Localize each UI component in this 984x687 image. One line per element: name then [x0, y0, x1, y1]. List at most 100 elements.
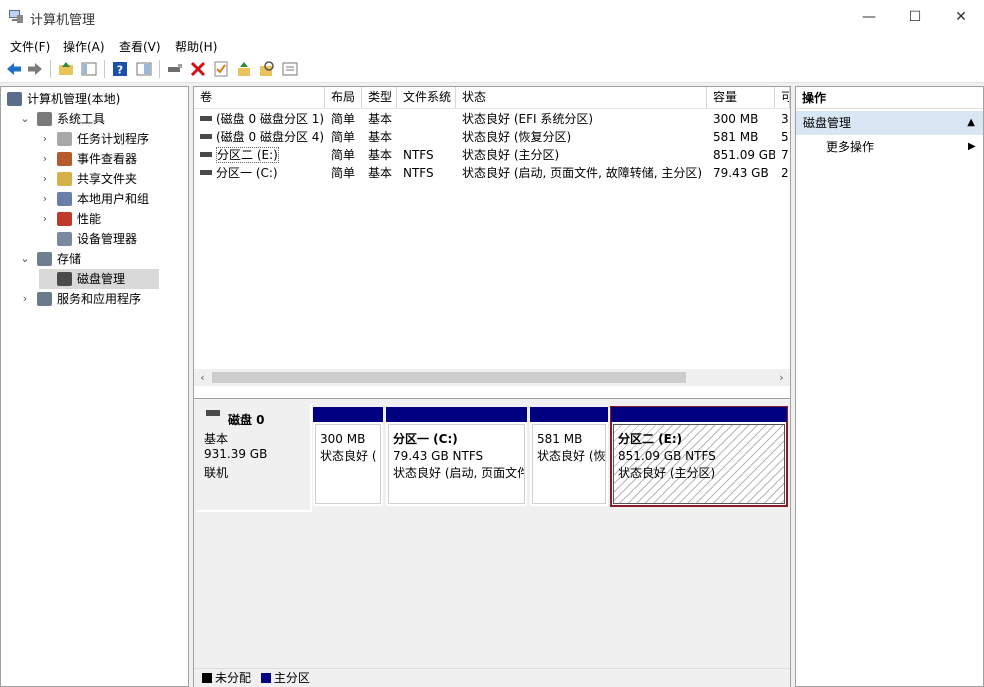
event-viewer-icon	[57, 152, 72, 166]
column-header[interactable]: 容量	[707, 87, 775, 108]
table-cell: 分区二 (E:)	[200, 146, 325, 164]
properties-icon[interactable]	[212, 60, 230, 78]
search-icon[interactable]	[258, 60, 276, 78]
table-row[interactable]: 分区二 (E:) 简单 基本 NTFS 状态良好 (主分区) 851.09 GB 7	[194, 146, 790, 164]
primary-swatch	[260, 672, 271, 683]
table-cell: 79.43 GB	[713, 166, 769, 180]
tree-item[interactable]: › 任务计划程序	[39, 129, 159, 149]
column-header[interactable]: 文件系统	[397, 87, 456, 108]
computer-management-icon	[7, 92, 22, 106]
table-cell: 851.09 GB	[713, 148, 775, 162]
toolbar-separator	[159, 60, 160, 78]
help-icon[interactable]: ?	[111, 60, 129, 78]
partition-block-selected[interactable]: 分区二 (E:) 851.09 GB NTFS 状态良好 (主分区)	[610, 406, 788, 507]
collapse-chevron-icon[interactable]: ›	[39, 209, 51, 229]
volume-name: (磁盘 0 磁盘分区 1)	[216, 112, 325, 126]
menu-file[interactable]: 文件(F)	[10, 38, 50, 55]
minimize-button[interactable]: —	[846, 0, 892, 34]
volume-list-header: 卷布局类型文件系统状态容量可	[194, 87, 790, 109]
partition-details: 300 MB 状态良好 (	[315, 424, 381, 504]
volume-name: 分区一 (C:)	[216, 166, 278, 180]
tree-item-label: 计算机管理(本地)	[27, 92, 121, 106]
delete-icon[interactable]	[189, 60, 207, 78]
show-hide-tree-icon[interactable]	[80, 60, 98, 78]
scroll-right-arrow[interactable]: ›	[773, 369, 790, 386]
column-header[interactable]: 布局	[325, 87, 362, 108]
menu-help[interactable]: 帮助(H)	[175, 38, 217, 55]
computer-management-icon	[9, 10, 23, 23]
partition-color-bar	[313, 407, 383, 422]
disk-management-icon	[57, 272, 72, 286]
partition-color-bar	[530, 407, 608, 422]
collapse-chevron-icon[interactable]: ›	[39, 169, 51, 189]
tree-item-label: 系统工具	[57, 112, 106, 126]
forward-icon[interactable]	[26, 60, 44, 78]
tree-item[interactable]: › 事件查看器	[39, 149, 159, 169]
table-cell: 状态良好 (EFI 系统分区)	[462, 112, 594, 126]
disk-info-box[interactable]: 磁盘 0 基本 931.39 GB 联机	[196, 404, 312, 512]
expand-chevron-icon[interactable]: ⌄	[19, 249, 31, 269]
menu-action[interactable]: 操作(A)	[63, 38, 105, 55]
connect-drive-icon[interactable]	[166, 60, 184, 78]
title-bar: 计算机管理 — ☐ ✕	[0, 0, 984, 34]
table-row[interactable]: (磁盘 0 磁盘分区 1) 简单 基本 状态良好 (EFI 系统分区) 300 MB 3	[194, 110, 790, 128]
table-cell: 2	[781, 166, 789, 180]
tree-item[interactable]: ⌄ 存储	[19, 249, 139, 269]
export-icon[interactable]	[235, 60, 253, 78]
tree-item[interactable]: › 共享文件夹	[39, 169, 159, 189]
table-row[interactable]: 分区一 (C:) 简单 基本 NTFS 状态良好 (启动, 页面文件, 故障转储, 主分…	[194, 164, 790, 182]
partition-status: 状态良好 (恢	[537, 449, 606, 463]
collapse-chevron-icon[interactable]: ›	[39, 189, 51, 209]
partition-block[interactable]: 581 MB 状态良好 (恢	[530, 407, 608, 506]
column-header[interactable]: 类型	[362, 87, 397, 108]
horizontal-scrollbar[interactable]: ‹ ›	[194, 369, 790, 386]
tree-item-label: 事件查看器	[77, 152, 138, 166]
collapse-chevron-icon[interactable]: ›	[19, 289, 31, 309]
tree-item[interactable]: › 服务和应用程序	[19, 289, 141, 309]
table-row[interactable]: (磁盘 0 磁盘分区 4) 简单 基本 状态良好 (恢复分区) 581 MB 5	[194, 128, 790, 146]
table-cell: (磁盘 0 磁盘分区 1)	[200, 110, 325, 128]
partition-title: 分区一 (C:)	[393, 432, 458, 446]
volume-disk-icon	[200, 152, 212, 157]
window-title: 计算机管理	[30, 13, 96, 28]
close-button[interactable]: ✕	[938, 0, 984, 34]
column-header[interactable]: 可	[775, 87, 790, 108]
more-actions-label: 更多操作	[826, 140, 875, 154]
collapse-arrow-icon[interactable]: ▲	[967, 111, 975, 135]
collapse-chevron-icon[interactable]: ›	[39, 129, 51, 149]
scrollbar-thumb[interactable]	[212, 372, 686, 383]
volume-disk-icon	[200, 170, 212, 175]
expand-chevron-icon[interactable]: ⌄	[19, 109, 31, 129]
scroll-left-arrow[interactable]: ‹	[194, 369, 211, 386]
list-icon[interactable]	[281, 60, 299, 78]
up-folder-icon[interactable]	[57, 60, 75, 78]
table-cell: 基本	[368, 130, 393, 144]
shared-folder-icon	[57, 172, 72, 186]
column-header[interactable]: 卷	[194, 87, 325, 108]
collapse-chevron-icon[interactable]: ›	[39, 149, 51, 169]
partition-status: 状态良好 (主分区)	[618, 466, 716, 480]
users-icon	[57, 192, 72, 206]
tree-item[interactable]: 计算机管理(本地)	[7, 89, 147, 109]
column-header[interactable]: 状态	[456, 87, 707, 108]
volume-disk-icon	[200, 116, 212, 121]
tree-item[interactable]: ⌄ 系统工具	[19, 109, 139, 129]
partition-size: 79.43 GB NTFS	[393, 449, 484, 463]
submenu-arrow-icon[interactable]: ▶	[968, 138, 976, 156]
disk-state: 联机	[204, 466, 229, 480]
tree-item[interactable]: › 本地用户和组	[39, 189, 159, 209]
tree-item[interactable]: 磁盘管理	[39, 269, 159, 289]
maximize-button[interactable]: ☐	[892, 0, 938, 34]
tree-item-label: 存储	[57, 252, 82, 266]
partition-block[interactable]: 300 MB 状态良好 (	[313, 407, 383, 506]
more-actions-item[interactable]: 更多操作	[826, 138, 874, 156]
partition-block[interactable]: 分区一 (C:) 79.43 GB NTFS 状态良好 (启动, 页面文件	[386, 407, 527, 506]
services-icon	[37, 292, 52, 306]
action-group-disk-management[interactable]: 磁盘管理 ▲	[796, 111, 983, 135]
tree-item[interactable]: › 性能	[39, 209, 159, 229]
tree-item[interactable]: 设备管理器	[39, 229, 159, 249]
menu-view[interactable]: 查看(V)	[119, 38, 161, 55]
navigation-tree: 计算机管理(本地) ⌄ 系统工具 › 任务计划程序 › 事件查看器 › 共享文件夹 › 本地用户和组…	[0, 86, 189, 687]
back-icon[interactable]	[5, 60, 23, 78]
view-icon[interactable]	[135, 60, 153, 78]
